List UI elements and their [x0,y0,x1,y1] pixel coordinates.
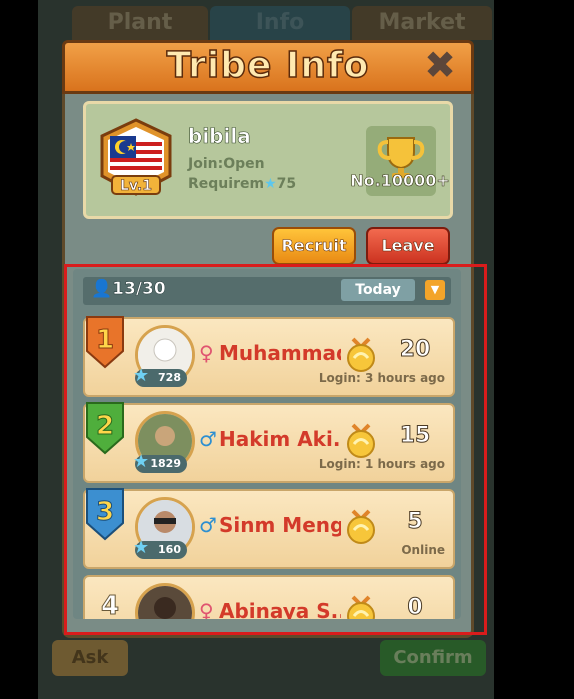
requirement-label: Requirem [188,176,265,192]
tribe-requirement: Requirem★75 [188,176,296,192]
close-icon[interactable]: ✖ [421,46,459,84]
recruit-button[interactable]: Recruit [272,227,356,265]
highlight-box [64,264,487,635]
dialog-header: Tribe Info ✖ [62,40,474,94]
tribe-rank-label: No.10000+ [350,171,450,191]
tribe-card: Lv.1 bibila Join:Open Requirem★75 No.100… [83,101,453,219]
requirement-value: 75 [276,176,297,192]
star-icon: ★ [264,176,277,192]
leave-button[interactable]: Leave [366,227,450,265]
dialog-title: Tribe Info [166,44,370,87]
tribe-name: bibila [188,124,251,149]
tribe-level: Lv.1 [120,178,153,195]
tribe-join-status: Join:Open [188,156,265,172]
